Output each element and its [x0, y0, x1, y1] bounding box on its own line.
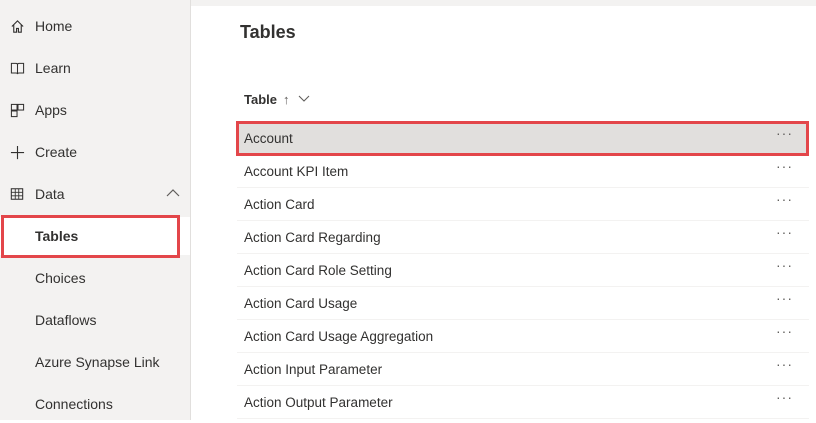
table-row-name: Action Card Role Setting — [244, 262, 392, 278]
more-options-icon[interactable]: ··· — [776, 258, 793, 272]
nav-tables[interactable]: Tables — [0, 217, 190, 255]
table-row-name: Action Card Regarding — [244, 229, 381, 245]
nav-apps[interactable]: Apps — [0, 91, 190, 129]
table-row[interactable]: Action Card Regarding ··· — [237, 221, 809, 254]
table-row[interactable]: Action Input Parameter ··· — [237, 353, 809, 386]
page-title: Tables — [240, 22, 296, 42]
nav-azure-synapse-link[interactable]: Azure Synapse Link — [0, 343, 190, 381]
more-options-icon[interactable]: ··· — [776, 225, 793, 239]
plus-icon — [9, 144, 25, 160]
table-row[interactable]: Action Card Usage Aggregation ··· — [237, 320, 809, 353]
table-row-name: Account KPI Item — [244, 163, 349, 179]
more-options-icon[interactable]: ··· — [776, 192, 793, 206]
nav-learn[interactable]: Learn — [0, 49, 190, 87]
home-icon — [9, 18, 25, 34]
more-options-icon[interactable]: ··· — [776, 126, 793, 140]
table-row[interactable]: Action Output Parameter ··· — [237, 386, 809, 419]
nav-choices-label: Choices — [35, 270, 86, 286]
nav-choices[interactable]: Choices — [0, 259, 190, 297]
table-row-name: Action Card — [244, 196, 315, 212]
column-header-table[interactable]: Table ↑ — [244, 88, 310, 110]
nav-tables-label: Tables — [35, 228, 79, 244]
more-options-icon[interactable]: ··· — [776, 159, 793, 173]
book-icon — [9, 60, 25, 76]
table-row-name: Action Input Parameter — [244, 361, 383, 377]
nav-dataflows[interactable]: Dataflows — [0, 301, 190, 339]
nav-azure-synapse-link-label: Azure Synapse Link — [35, 354, 160, 370]
nav-connections-label: Connections — [35, 396, 113, 412]
chevron-up-icon[interactable] — [166, 188, 180, 198]
table-row-name: Action Card Usage — [244, 295, 358, 311]
nav-home-label: Home — [35, 18, 73, 34]
nav-connections[interactable]: Connections — [0, 385, 190, 423]
chevron-down-icon[interactable] — [298, 95, 310, 103]
top-strip — [191, 0, 816, 6]
more-options-icon[interactable]: ··· — [776, 291, 793, 305]
more-options-icon[interactable]: ··· — [776, 390, 793, 404]
table-row-name: Action Card Usage Aggregation — [244, 328, 434, 344]
table-row[interactable]: Action Card Usage ··· — [237, 287, 809, 320]
nav-create[interactable]: Create — [0, 133, 190, 171]
column-header-label: Table — [244, 91, 277, 107]
nav-apps-label: Apps — [35, 102, 67, 118]
nav-home[interactable]: Home — [0, 7, 190, 45]
table-row-name: Action Output Parameter — [244, 394, 393, 410]
nav-dataflows-label: Dataflows — [35, 312, 97, 328]
apps-icon — [9, 102, 25, 118]
more-options-icon[interactable]: ··· — [776, 357, 793, 371]
sort-ascending-icon: ↑ — [283, 91, 290, 107]
table-icon — [9, 186, 25, 202]
more-options-icon[interactable]: ··· — [776, 324, 793, 338]
table-row[interactable]: Account KPI Item ··· — [237, 155, 809, 188]
table-row[interactable]: Action Card Role Setting ··· — [237, 254, 809, 287]
sidebar: Home Learn Apps Create Data Tables Choic… — [0, 0, 191, 420]
table-row-account[interactable]: Account ··· — [237, 122, 809, 155]
nav-create-label: Create — [35, 144, 78, 160]
nav-learn-label: Learn — [35, 60, 71, 76]
nav-data-label: Data — [35, 186, 65, 202]
table-row-name: Account — [244, 130, 293, 146]
table-row[interactable]: Action Card ··· — [237, 188, 809, 221]
nav-data[interactable]: Data — [0, 175, 190, 213]
